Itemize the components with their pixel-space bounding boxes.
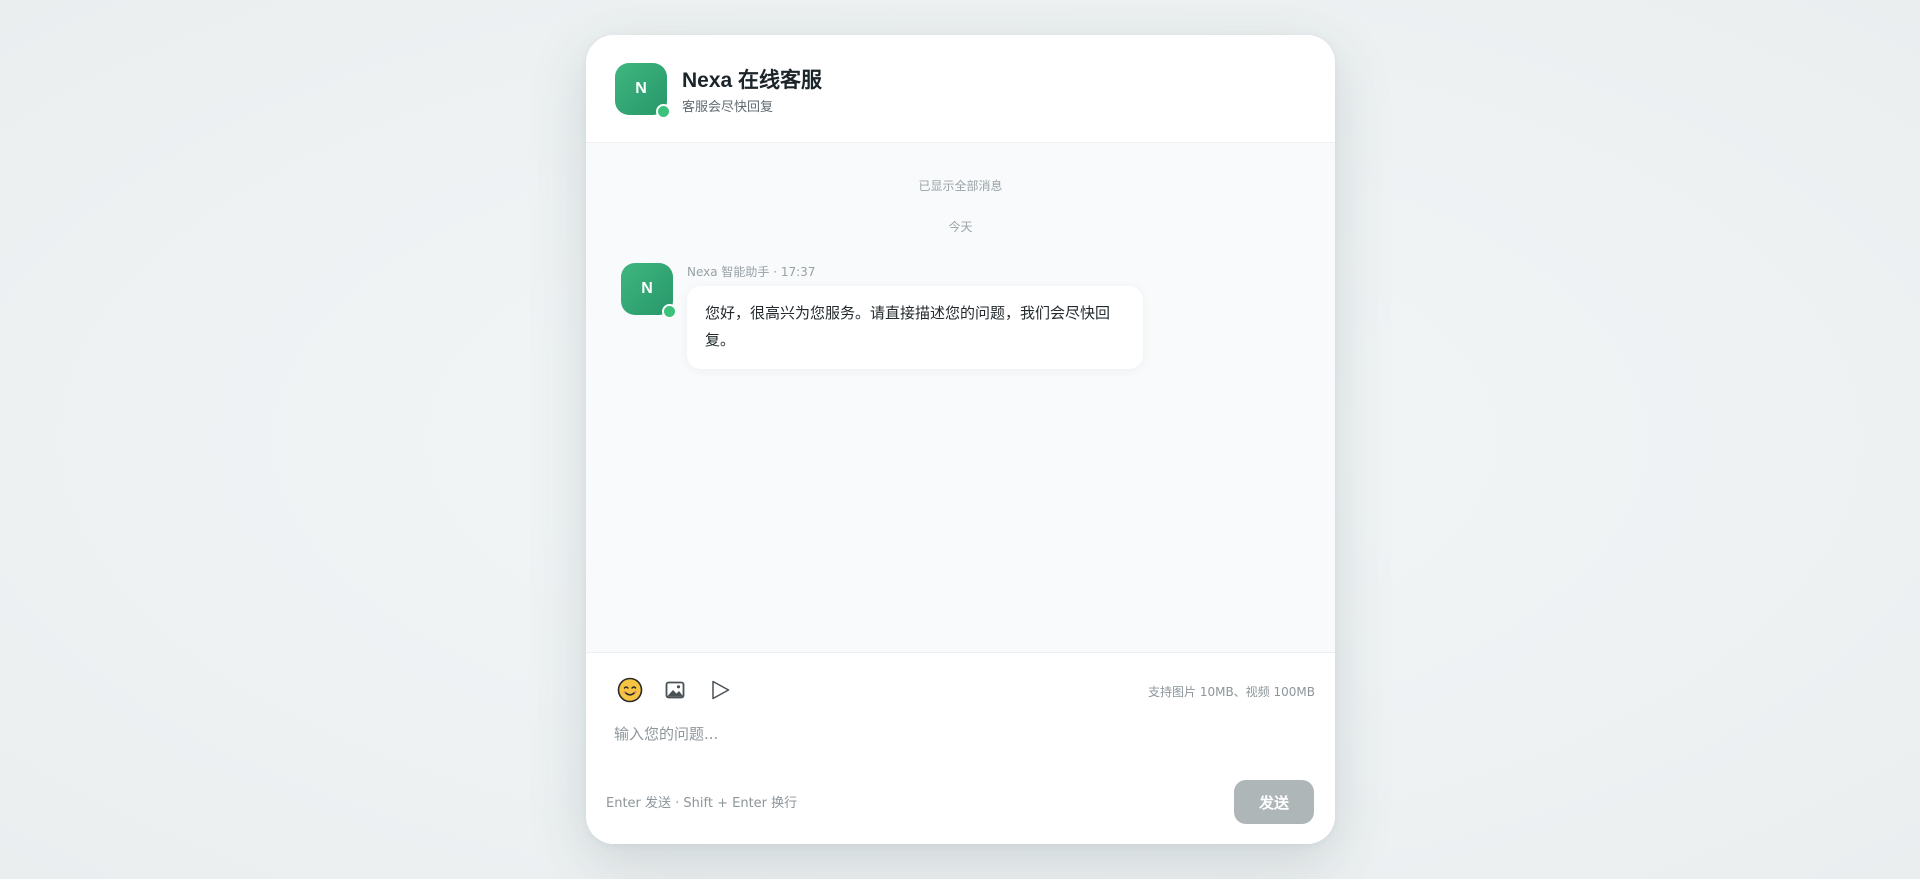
- message-composer: 支持图片 10MB、视频 100MB Enter 发送 · Shift + En…: [586, 653, 1335, 844]
- emoji-button[interactable]: [615, 675, 645, 705]
- image-icon: [665, 681, 685, 699]
- send-button[interactable]: 发送: [1234, 780, 1314, 824]
- online-status-dot: [662, 304, 677, 319]
- online-status-dot: [656, 104, 671, 119]
- avatar-letter: N: [641, 280, 653, 297]
- message-meta: Nexa 智能助手 · 17:37: [687, 265, 816, 279]
- avatar-letter: N: [635, 80, 647, 97]
- agent-avatar: N: [615, 63, 671, 119]
- chat-title: Nexa 在线客服: [682, 69, 823, 92]
- message-input[interactable]: [614, 715, 1304, 783]
- video-upload-button[interactable]: [705, 675, 735, 705]
- emoji-icon: [617, 677, 643, 703]
- message-bubble: 您好，很高兴为您服务。请直接描述您的问题，我们会尽快回复。: [687, 286, 1143, 369]
- image-upload-button[interactable]: [660, 675, 690, 705]
- message-item: N Nexa 智能助手 · 17:37 您好，很高兴为您服务。请直接描述您的问题…: [621, 263, 1221, 373]
- upload-limit-note: 支持图片 10MB、视频 100MB: [1148, 685, 1315, 699]
- chat-header: N Nexa 在线客服 客服会尽快回复: [586, 35, 1335, 143]
- keyboard-hint: Enter 发送 · Shift + Enter 换行: [606, 796, 798, 811]
- chat-subtitle: 客服会尽快回复: [682, 100, 774, 115]
- date-divider: 今天: [948, 220, 973, 234]
- message-list[interactable]: 已显示全部消息 今天 N Nexa 智能助手 · 17:37 您好，很高兴为您服…: [586, 143, 1335, 653]
- message-avatar: N: [621, 263, 677, 319]
- chat-window: N Nexa 在线客服 客服会尽快回复 已显示全部消息 今天 N Nexa 智能…: [586, 35, 1335, 844]
- all-messages-shown-note: 已显示全部消息: [918, 179, 1003, 193]
- video-icon: [712, 680, 730, 700]
